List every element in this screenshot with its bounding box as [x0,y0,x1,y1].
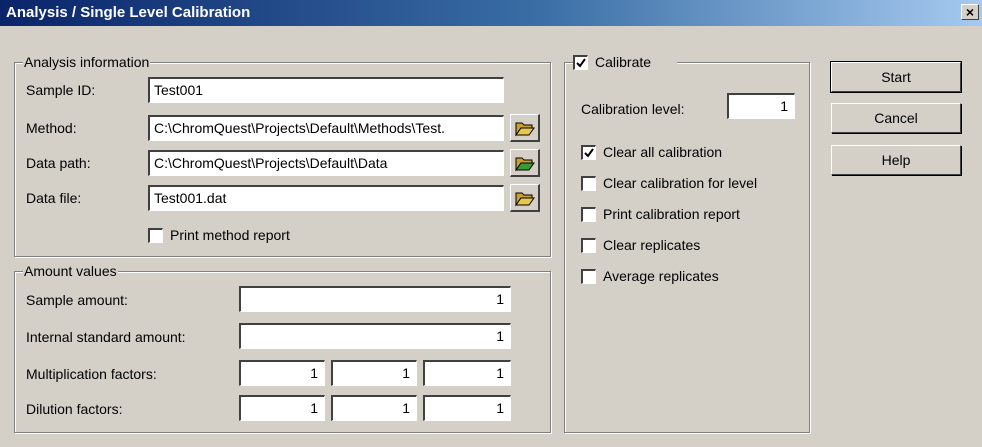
title-bar: Analysis / Single Level Calibration × [0,0,982,26]
checkbox-box[interactable] [581,176,596,191]
print-calibration-report-label: Print calibration report [603,206,740,222]
checkbox-box[interactable] [148,228,163,243]
cancel-button[interactable]: Cancel [831,103,961,133]
window-title: Analysis / Single Level Calibration [6,4,251,21]
help-button[interactable]: Help [831,145,961,175]
calibrate-label: Calibrate [595,54,652,70]
checkbox-box[interactable] [573,55,588,70]
method-label: Method: [26,120,77,136]
internal-standard-amount-input[interactable]: 1 [239,323,511,349]
calibrate-group: Calibrate Calibration level: 1 Clear all… [564,53,810,433]
dilution-factor-1-input[interactable]: 1 [239,395,325,421]
open-folder-icon [515,192,535,207]
sample-id-input[interactable]: Test001 [148,77,504,103]
sample-id-label: Sample ID: [26,82,96,98]
clear-all-calibration-label: Clear all calibration [603,144,723,160]
amount-values-group: Amount values Sample amount: 1 Internal … [14,262,551,433]
internal-standard-amount-label: Internal standard amount: [26,329,186,345]
multiplication-factor-3-input[interactable]: 1 [423,360,511,386]
sample-amount-input[interactable]: 1 [239,286,511,312]
calibration-level-label: Calibration level: [581,101,685,117]
print-calibration-report-checkbox[interactable]: Print calibration report [581,205,801,225]
data-path-browse-button[interactable] [510,149,540,177]
start-button[interactable]: Start [830,61,962,93]
method-browse-button[interactable] [510,114,540,142]
calibration-level-input[interactable]: 1 [727,93,795,119]
open-folder-icon [515,157,535,172]
dilution-factor-2-input[interactable]: 1 [331,395,417,421]
checkbox-box[interactable] [581,238,596,253]
checkbox-box[interactable] [581,145,596,160]
clear-replicates-checkbox[interactable]: Clear replicates [581,236,801,256]
multiplication-factor-1-input[interactable]: 1 [239,360,325,386]
multiplication-factors-label: Multiplication factors: [26,366,157,382]
clear-calibration-for-level-checkbox[interactable]: Clear calibration for level [581,174,801,194]
multiplication-factor-2-input[interactable]: 1 [331,360,417,386]
calibrate-checkbox[interactable]: Calibrate [573,53,677,73]
close-button[interactable]: × [961,4,979,20]
checkbox-box[interactable] [581,269,596,284]
analysis-information-group: Analysis information Sample ID: Test001 … [14,53,551,257]
data-file-input[interactable]: Test001.dat [148,185,504,211]
print-method-report-checkbox[interactable]: Print method report [148,226,348,246]
clear-all-calibration-checkbox[interactable]: Clear all calibration [581,143,801,163]
data-file-browse-button[interactable] [510,184,540,212]
average-replicates-checkbox[interactable]: Average replicates [581,267,801,287]
data-file-label: Data file: [26,190,82,206]
checkbox-box[interactable] [581,207,596,222]
clear-calibration-for-level-label: Clear calibration for level [603,175,758,191]
checkmark-icon [584,148,594,158]
dilution-factor-3-input[interactable]: 1 [423,395,511,421]
data-path-label: Data path: [26,155,91,171]
average-replicates-label: Average replicates [603,268,719,284]
print-method-report-label: Print method report [170,227,290,243]
amount-values-legend: Amount values [23,262,118,280]
checkmark-icon [576,58,586,68]
clear-replicates-label: Clear replicates [603,237,701,253]
sample-amount-label: Sample amount: [26,292,128,308]
method-input[interactable]: C:\ChromQuest\Projects\Default\Methods\T… [148,115,504,141]
close-icon: × [965,4,975,20]
open-folder-icon [515,122,535,137]
analysis-information-legend: Analysis information [23,53,151,71]
dilution-factors-label: Dilution factors: [26,401,123,417]
data-path-input[interactable]: C:\ChromQuest\Projects\Default\Data [148,150,504,176]
